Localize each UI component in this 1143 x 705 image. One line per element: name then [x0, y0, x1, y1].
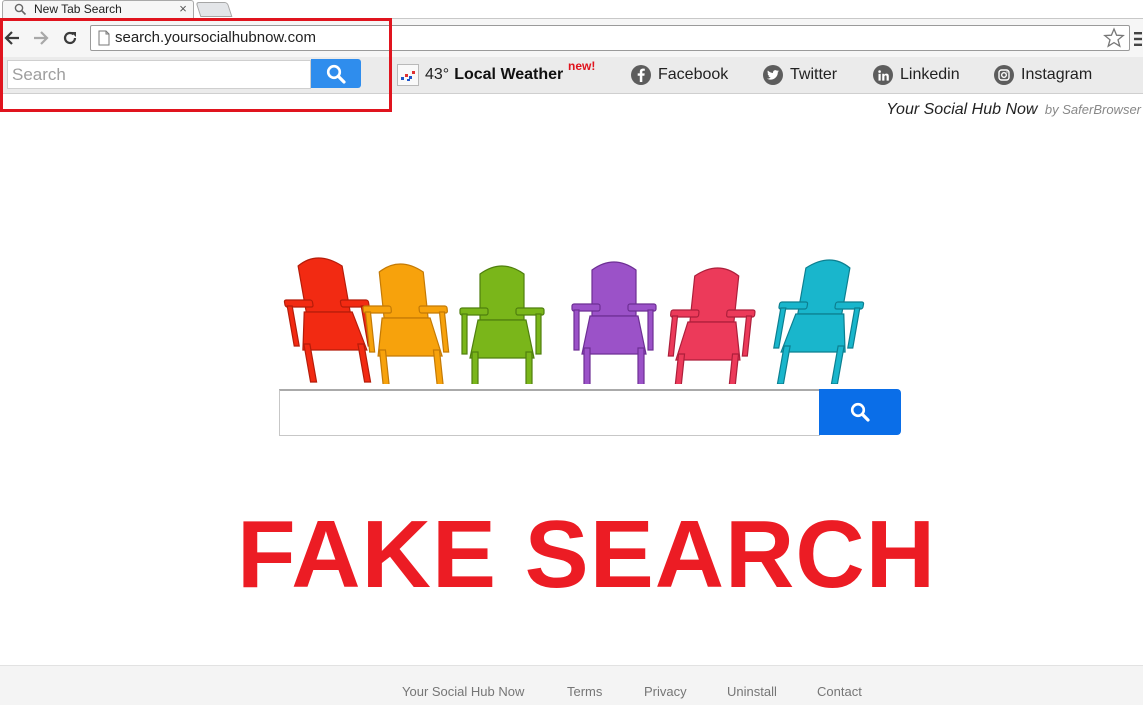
- main-search-input[interactable]: [279, 389, 820, 436]
- chair-purple: [571, 261, 657, 384]
- facebook-label: Facebook: [658, 66, 729, 83]
- chair-green: [459, 265, 545, 384]
- tab-strip: New Tab Search ×: [0, 0, 1143, 18]
- site-branding: Your Social Hub Now by SaferBrowser: [886, 101, 1141, 119]
- main-search-form: [279, 389, 901, 436]
- footer-link-uninstall[interactable]: Uninstall: [727, 684, 777, 699]
- browser-window: New Tab Search × search.yoursocialhubnow…: [0, 0, 1143, 705]
- fake-search-overlay: FAKE SEARCH: [236, 501, 937, 608]
- reload-icon: [63, 31, 77, 45]
- address-url: search.yoursocialhubnow.com: [115, 29, 316, 46]
- tab-close-icon[interactable]: ×: [177, 1, 189, 17]
- browser-toolbar: search.yoursocialhubnow.com: [0, 18, 1143, 57]
- local-weather-link[interactable]: 43° Local Weather new!: [397, 59, 595, 87]
- twitter-label: Twitter: [790, 66, 838, 83]
- page-icon: [98, 30, 110, 46]
- footer: Your Social Hub Now Terms Privacy Uninst…: [0, 665, 1143, 705]
- brand-by: by SaferBrowser: [1044, 102, 1141, 117]
- new-tab-button[interactable]: [195, 2, 233, 17]
- chair-teal: [764, 259, 872, 384]
- instagram-label: Instagram: [1021, 66, 1093, 83]
- adirondack-chairs-image: [276, 257, 872, 384]
- back-arrow-icon: [4, 31, 19, 45]
- search-icon: [850, 402, 870, 422]
- back-button[interactable]: [1, 26, 23, 50]
- search-icon: [14, 3, 27, 16]
- bookmark-star-icon[interactable]: [1103, 27, 1125, 49]
- twitter-link[interactable]: Twitter: [763, 63, 837, 87]
- forward-arrow-icon: [34, 31, 49, 45]
- footer-link-terms[interactable]: Terms: [567, 684, 602, 699]
- chair-orange: [357, 263, 457, 384]
- weather-icon: [397, 64, 419, 86]
- forward-button[interactable]: [30, 26, 52, 50]
- main-search-button[interactable]: [819, 389, 901, 435]
- tab-new-tab-search[interactable]: New Tab Search ×: [2, 0, 194, 18]
- instagram-link[interactable]: Instagram: [994, 63, 1092, 87]
- reload-button[interactable]: [59, 26, 81, 50]
- footer-link-privacy[interactable]: Privacy: [644, 684, 687, 699]
- linkedin-icon: [873, 65, 893, 85]
- footer-link-home[interactable]: Your Social Hub Now: [402, 684, 524, 699]
- instagram-icon: [994, 65, 1014, 85]
- toolbar-search-input[interactable]: [7, 60, 311, 89]
- new-badge: new!: [568, 59, 596, 73]
- facebook-link[interactable]: Facebook: [631, 63, 728, 87]
- menu-icon[interactable]: [1134, 31, 1142, 47]
- linkedin-label: Linkedin: [900, 66, 960, 83]
- chair-pink: [661, 267, 761, 384]
- brand-name: Your Social Hub Now: [886, 101, 1038, 118]
- tab-title: New Tab Search: [34, 2, 122, 16]
- twitter-icon: [763, 65, 783, 85]
- footer-link-contact[interactable]: Contact: [817, 684, 862, 699]
- address-bar[interactable]: search.yoursocialhubnow.com: [90, 25, 1130, 51]
- toolbar-search-button[interactable]: [311, 59, 361, 88]
- weather-temperature: 43°: [425, 66, 450, 83]
- linkedin-link[interactable]: Linkedin: [873, 63, 960, 87]
- weather-label: Local Weather: [454, 66, 564, 83]
- facebook-icon: [631, 65, 651, 85]
- search-icon: [326, 64, 346, 84]
- extension-toolbar: 43° Local Weather new! Facebook Twitter …: [0, 57, 1143, 94]
